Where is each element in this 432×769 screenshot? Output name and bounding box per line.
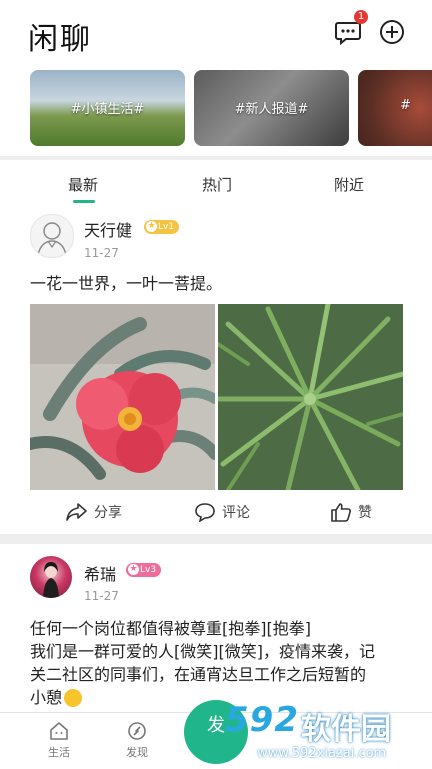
like-button[interactable]: 赞 xyxy=(330,502,372,522)
level-text: Lv3 xyxy=(140,565,157,575)
post-text-line: 关二社区的同事们，在通宵达旦工作之后短暂的 xyxy=(30,665,367,684)
compass-icon xyxy=(128,722,146,740)
post-image-flower[interactable] xyxy=(30,304,215,490)
share-button[interactable]: 分享 xyxy=(66,502,122,522)
post-date: 11-27 xyxy=(84,589,119,603)
level-badge: ★ Lv1 xyxy=(144,220,180,234)
message-badge: 1 xyxy=(354,10,368,24)
avatar[interactable] xyxy=(30,556,72,598)
user-silhouette-icon xyxy=(37,222,67,256)
star-icon: ★ xyxy=(146,221,157,232)
post-text-line: 任何一个岗位都值得被尊重[抱拳][抱拳] xyxy=(30,619,311,638)
star-icon: ★ xyxy=(128,564,139,575)
topic-label: #新人报道# xyxy=(234,102,309,117)
home-icon xyxy=(50,722,68,740)
avatar[interactable] xyxy=(30,214,74,258)
add-icon[interactable] xyxy=(378,18,406,46)
topic-card-town-life[interactable]: #小镇生活# xyxy=(30,70,185,146)
comment-label: 评论 xyxy=(222,505,250,521)
watermark: 592 软件园 www.592xiazai.com xyxy=(215,700,432,768)
feed-tabs: 最新 热门 附近 xyxy=(0,160,432,206)
nav-discover[interactable]: 发现 xyxy=(112,721,162,760)
username[interactable]: 天行健 xyxy=(84,217,132,241)
topic-label: #小镇生活# xyxy=(70,102,145,117)
topic-carousel[interactable]: #小镇生活# #新人报道# # xyxy=(0,62,432,156)
post-image-plant[interactable] xyxy=(218,304,403,490)
divider xyxy=(0,534,432,544)
watermark-soft: 软件园 xyxy=(301,712,391,747)
comment-button[interactable]: 评论 xyxy=(194,502,250,522)
topic-label: # xyxy=(400,98,411,113)
like-label: 赞 xyxy=(358,505,372,521)
comment-icon xyxy=(195,503,215,522)
watermark-url: www.592xiazai.com xyxy=(257,746,387,761)
avatar-figure-icon xyxy=(43,562,59,598)
topic-card-newcomers[interactable]: #新人报道# xyxy=(194,70,349,146)
post-card[interactable]: 希瑞 ★ Lv3 11-27 任何一个岗位都值得被尊重[抱拳][抱拳] 我们是一… xyxy=(0,544,432,712)
thumbs-up-icon xyxy=(331,503,351,522)
emoji-icon xyxy=(64,688,83,707)
nav-life-label: 生活 xyxy=(48,746,70,759)
share-icon xyxy=(66,503,87,521)
post-text-line-last: 小憩 xyxy=(30,688,63,707)
share-label: 分享 xyxy=(94,505,122,521)
tab-nearby[interactable]: 附近 xyxy=(334,174,364,195)
post-text: 任何一个岗位都值得被尊重[抱拳][抱拳] 我们是一群可爱的人[微笑][微笑]，疫… xyxy=(30,617,410,709)
tab-latest[interactable]: 最新 xyxy=(68,174,98,195)
header: 闲聊 1 xyxy=(0,0,432,62)
level-text: Lv1 xyxy=(158,222,175,232)
topic-card-food[interactable]: # xyxy=(358,70,432,146)
tab-hot[interactable]: 热门 xyxy=(202,174,232,195)
tab-active-indicator xyxy=(73,200,95,203)
watermark-brand: 592 xyxy=(225,700,299,740)
nav-life[interactable]: 生活 xyxy=(34,721,84,760)
post-text: 一花一世界，一叶一菩提。 xyxy=(30,274,223,293)
page-title: 闲聊 xyxy=(28,22,92,57)
post-date: 11-27 xyxy=(84,246,119,260)
post-text-line: 我们是一群可爱的人[微笑][微笑]，疫情来袭，记 xyxy=(30,642,375,661)
level-badge: ★ Lv3 xyxy=(126,563,162,577)
nav-discover-label: 发现 xyxy=(126,746,148,759)
username[interactable]: 希瑞 xyxy=(84,561,116,585)
